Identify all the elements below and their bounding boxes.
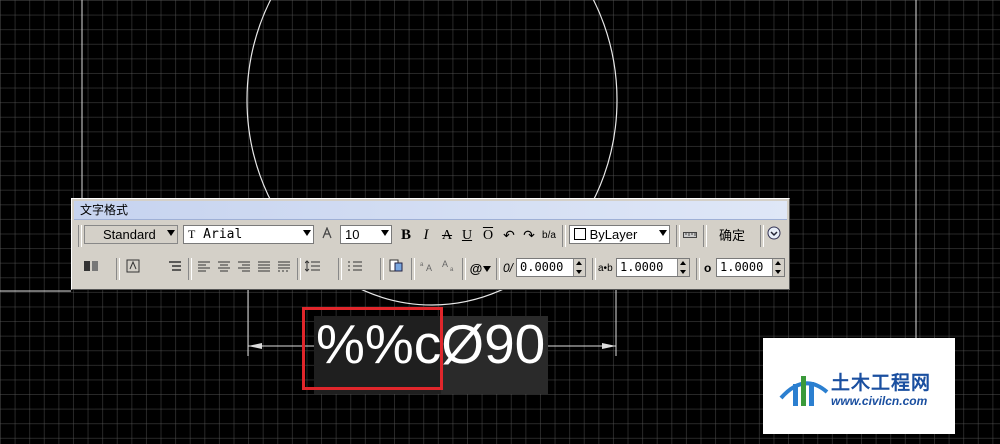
uppercase-icon[interactable]: aA	[418, 259, 436, 277]
text-height-dropdown[interactable]: 10	[340, 225, 392, 244]
toolbar-separator	[297, 258, 301, 280]
svg-text:a: a	[420, 262, 424, 268]
undo-button[interactable]: ↶	[501, 226, 517, 245]
width-factor-label: o	[704, 261, 712, 275]
paragraph-icon[interactable]	[166, 259, 184, 277]
overline-button[interactable]: O	[480, 226, 496, 245]
watermark: 土木工程网 www.civilcn.com	[763, 338, 955, 434]
oblique-angle-value: 0.0000	[520, 260, 564, 274]
watermark-url: www.civilcn.com	[831, 394, 928, 408]
options-icon[interactable]	[765, 226, 783, 244]
color-dropdown-value: ByLayer	[589, 227, 638, 242]
toolbar-separator	[78, 225, 82, 247]
toolbar-separator	[696, 258, 700, 280]
toolbar-separator	[380, 258, 384, 280]
toolbar-separator	[462, 258, 466, 280]
chevron-down-icon	[167, 230, 175, 236]
insert-field-icon[interactable]	[387, 259, 405, 277]
ok-button[interactable]: 确定	[710, 226, 754, 245]
tracking-value: 1.0000	[620, 260, 664, 274]
toolbar-title[interactable]: 文字格式	[74, 201, 787, 220]
toolbar-separator	[676, 225, 680, 247]
toolbar-separator	[760, 225, 764, 247]
toolbar-separator	[116, 258, 120, 280]
line-spacing-icon[interactable]	[304, 259, 322, 277]
chevron-down-icon	[659, 230, 667, 236]
stack-button[interactable]: b/a	[540, 226, 558, 245]
lowercase-icon[interactable]: Aa	[440, 259, 458, 277]
truetype-font-icon: T	[188, 227, 196, 241]
columns-icon[interactable]	[82, 259, 100, 277]
svg-text:A: A	[426, 263, 432, 272]
civilcn-logo-icon	[779, 376, 829, 406]
oblique-angle-label: 0/	[503, 261, 514, 275]
underline-button[interactable]: U	[459, 226, 475, 245]
redo-button[interactable]: ↷	[521, 226, 537, 245]
strikethrough-button[interactable]: A	[439, 226, 455, 245]
annotative-icon[interactable]	[318, 226, 336, 244]
justify-icon[interactable]	[255, 259, 273, 277]
distribute-icon[interactable]	[275, 259, 293, 277]
tracking-input[interactable]: 1.0000	[616, 258, 690, 277]
chevron-down-icon[interactable]	[482, 259, 492, 277]
toolbar-separator	[592, 258, 596, 280]
style-dropdown[interactable]: Standard	[84, 225, 178, 244]
text-height-value: 10	[345, 227, 360, 242]
ruler-icon[interactable]	[681, 226, 699, 244]
width-factor-value: 1.0000	[720, 260, 764, 274]
watermark-name: 土木工程网	[831, 373, 932, 394]
svg-text:a: a	[450, 267, 454, 272]
width-factor-input[interactable]: 1.0000	[716, 258, 785, 277]
align-right-icon[interactable]	[235, 259, 253, 277]
font-dropdown-value: Arial	[203, 227, 243, 242]
toolbar-separator	[496, 258, 500, 280]
align-left-icon[interactable]	[195, 259, 213, 277]
mtext-justification-icon[interactable]	[124, 259, 142, 277]
tracking-label: a•b	[598, 263, 613, 274]
spinner-arrows-icon[interactable]	[573, 259, 585, 276]
dimension-arrow-left	[248, 343, 262, 349]
style-dropdown-value: Standard	[103, 227, 156, 242]
svg-text:A: A	[442, 260, 448, 269]
chevron-down-icon	[381, 230, 389, 236]
font-dropdown[interactable]: T Arial	[183, 225, 314, 244]
spinner-arrows-icon[interactable]	[772, 259, 784, 276]
bold-button[interactable]: B	[398, 226, 414, 245]
spinner-arrows-icon[interactable]	[677, 259, 689, 276]
dimension-arrow-right	[602, 343, 616, 349]
toolbar-separator	[411, 258, 415, 280]
toolbar-separator	[562, 225, 566, 247]
toolbar-row-1: Standard T Arial 10 B I A U O ↶ ↷ b/a By…	[76, 223, 785, 249]
toolbar-separator	[188, 258, 192, 280]
highlight-box	[302, 307, 443, 390]
align-center-icon[interactable]	[215, 259, 233, 277]
oblique-angle-input[interactable]: 0.0000	[516, 258, 586, 277]
chevron-down-icon	[303, 230, 311, 236]
numbering-icon[interactable]	[346, 259, 364, 277]
toolbar-row-2: aA Aa @ 0/ 0.0000 a•b 1.0000 o 1.0000	[76, 256, 785, 282]
italic-button[interactable]: I	[419, 226, 433, 245]
color-swatch-icon	[574, 228, 586, 240]
color-dropdown[interactable]: ByLayer	[569, 225, 670, 244]
toolbar-separator	[338, 258, 342, 280]
text-formatting-toolbar: 文字格式 Standard T Arial 10 B I A U O ↶ ↷ b…	[71, 198, 790, 290]
toolbar-separator	[703, 225, 707, 247]
